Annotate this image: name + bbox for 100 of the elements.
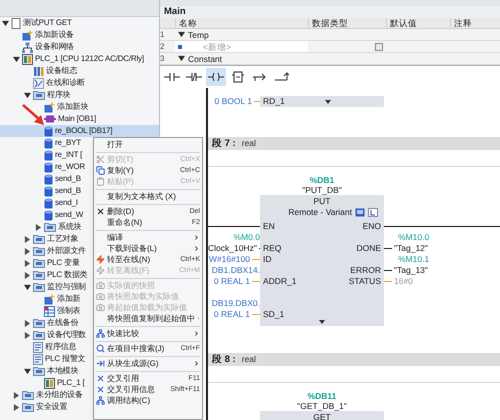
function-block[interactable]: RD_1: [260, 96, 384, 107]
scissors-icon: [96, 155, 104, 164]
expanded-caret-icon[interactable]: [2, 20, 9, 26]
menu-item[interactable]: 将快照值复制到起始值中: [94, 313, 202, 324]
expanded-caret-icon[interactable]: [24, 92, 31, 98]
menu-item[interactable]: 编译: [94, 232, 202, 243]
monitor-icon[interactable]: [355, 208, 365, 216]
table-icon: [44, 306, 55, 316]
dropdown-icon[interactable]: [375, 42, 383, 50]
row-number: 3: [160, 53, 166, 64]
parameter-icon[interactable]: [368, 208, 378, 216]
expanded-caret-icon[interactable]: [24, 284, 31, 290]
cross-icon: [96, 374, 104, 383]
cross-icon: [96, 385, 104, 394]
database-icon: [44, 186, 53, 196]
pin-label: REQ: [263, 243, 282, 254]
expanded-caret-icon[interactable]: [178, 31, 185, 38]
tree-item[interactable]: 在线和诊断: [0, 77, 159, 89]
annotation-arrow: [22, 104, 46, 126]
instance-name: "GET_DB_1": [297, 401, 347, 411]
collapsed-caret-icon[interactable]: [24, 332, 31, 338]
diagnostics-icon: [33, 78, 44, 88]
operand-label: "Tag_13": [394, 265, 428, 276]
tree-item[interactable]: 添加新设备: [0, 29, 159, 41]
closed-contact-icon: [186, 72, 202, 82]
menu-item[interactable]: 快速比较: [94, 328, 202, 339]
pin-label: ERROR: [350, 265, 381, 276]
tree-item[interactable]: PLC_1 [CPU 1212C AC/DC/Rly]: [0, 53, 159, 65]
network-comment: real: [242, 353, 256, 366]
operand-label: W#16#100: [208, 254, 250, 265]
function-block[interactable]: PUT Remote - Variant EN ENO REQ DONE ID ERROR ADDR_1 STATUS SD_1: [260, 195, 384, 326]
network-header[interactable]: 段 8 : real: [208, 353, 500, 366]
collapsed-caret-icon[interactable]: [24, 248, 31, 254]
operand-label: Clock_10Hz": [208, 243, 257, 254]
operand-label: %M0.0: [234, 232, 260, 243]
instance-address: %DB1: [310, 175, 334, 185]
search-icon: [96, 344, 104, 353]
branch-arrow-icon: [275, 72, 289, 82]
folder-icon: [33, 270, 45, 280]
plc-icon: [44, 378, 55, 388]
column-header[interactable]: 注释: [450, 18, 500, 28]
ladder-tool-button[interactable]: [206, 68, 226, 86]
folder-icon: [33, 246, 45, 256]
collapsed-caret-icon[interactable]: [24, 260, 31, 266]
contact-icon: [164, 72, 180, 82]
expanded-caret-icon[interactable]: [178, 55, 185, 62]
hierarchy-icon: [96, 396, 104, 405]
clipboard-icon: [96, 177, 104, 186]
menu-item[interactable]: 打开: [94, 139, 202, 150]
pin-label: EN: [263, 221, 275, 232]
folder-icon: [33, 330, 45, 340]
expand-caret-icon[interactable]: [325, 100, 331, 104]
folder-icon: [44, 222, 56, 232]
block-subtitle: Remote - Variant: [288, 206, 352, 218]
tree-item[interactable]: Main [OB1]: [0, 113, 159, 125]
expanded-caret-icon[interactable]: [13, 56, 20, 62]
copy-icon: [96, 166, 104, 175]
collapsed-caret-icon[interactable]: [24, 272, 31, 278]
lightning-icon: [96, 266, 104, 275]
tree-item[interactable]: 设备组态: [0, 65, 159, 77]
arrow-icon: [96, 359, 104, 368]
tree-item[interactable]: 程序块: [0, 89, 159, 101]
network-icon: [22, 42, 33, 52]
folder-icon: [33, 234, 45, 244]
network-title: 段 7 :: [212, 137, 236, 150]
folder-icon: [33, 90, 45, 100]
column-header[interactable]: 数据类型: [308, 18, 386, 28]
folder-icon: [33, 258, 45, 268]
tree-item[interactable]: re_BOOL [DB17]: [0, 125, 159, 137]
menu-item[interactable]: 复制为文本格式 (X): [94, 191, 202, 202]
column-header[interactable]: 名称: [175, 18, 308, 28]
collapsed-caret-icon[interactable]: [24, 320, 31, 326]
menu-item[interactable]: 下载到设备(L): [94, 243, 202, 254]
function-block[interactable]: GET: [260, 411, 384, 420]
expand-caret-icon[interactable]: [319, 320, 325, 324]
tree-item[interactable]: 设备和网络: [0, 41, 159, 53]
table-cell[interactable]: Temp: [175, 29, 308, 40]
menu-item[interactable]: 从块生成源(G): [94, 358, 202, 369]
branch-arrow-icon: [253, 72, 267, 82]
network-header[interactable]: 段 7 : real: [208, 137, 500, 150]
compare-icon: [96, 329, 104, 338]
delete-icon: [96, 207, 104, 216]
collapsed-caret-icon[interactable]: [24, 236, 31, 242]
table-cell[interactable]: Constant: [175, 53, 308, 64]
tree-item[interactable]: 添加新块: [0, 101, 159, 113]
menu-item[interactable]: 调用结构(C): [94, 395, 202, 406]
operand-label: DB1.DBX14.: [212, 265, 260, 276]
device-config-icon: [33, 66, 44, 76]
column-header[interactable]: 默认值: [386, 18, 450, 28]
expanded-caret-icon[interactable]: [24, 368, 31, 374]
collapsed-caret-icon[interactable]: [13, 404, 20, 410]
block-title: Main: [164, 6, 186, 18]
tree-item[interactable]: 测试PUT GET: [0, 17, 159, 29]
instance-address: %DB11: [308, 391, 336, 401]
collapsed-caret-icon[interactable]: [13, 392, 20, 398]
document-icon: [11, 18, 21, 28]
collapsed-caret-icon[interactable]: [35, 224, 42, 230]
block-name: GET: [313, 412, 331, 420]
operand-label: 0 REAL 1: [214, 309, 250, 320]
operand-label: 0 REAL 1: [214, 276, 250, 287]
